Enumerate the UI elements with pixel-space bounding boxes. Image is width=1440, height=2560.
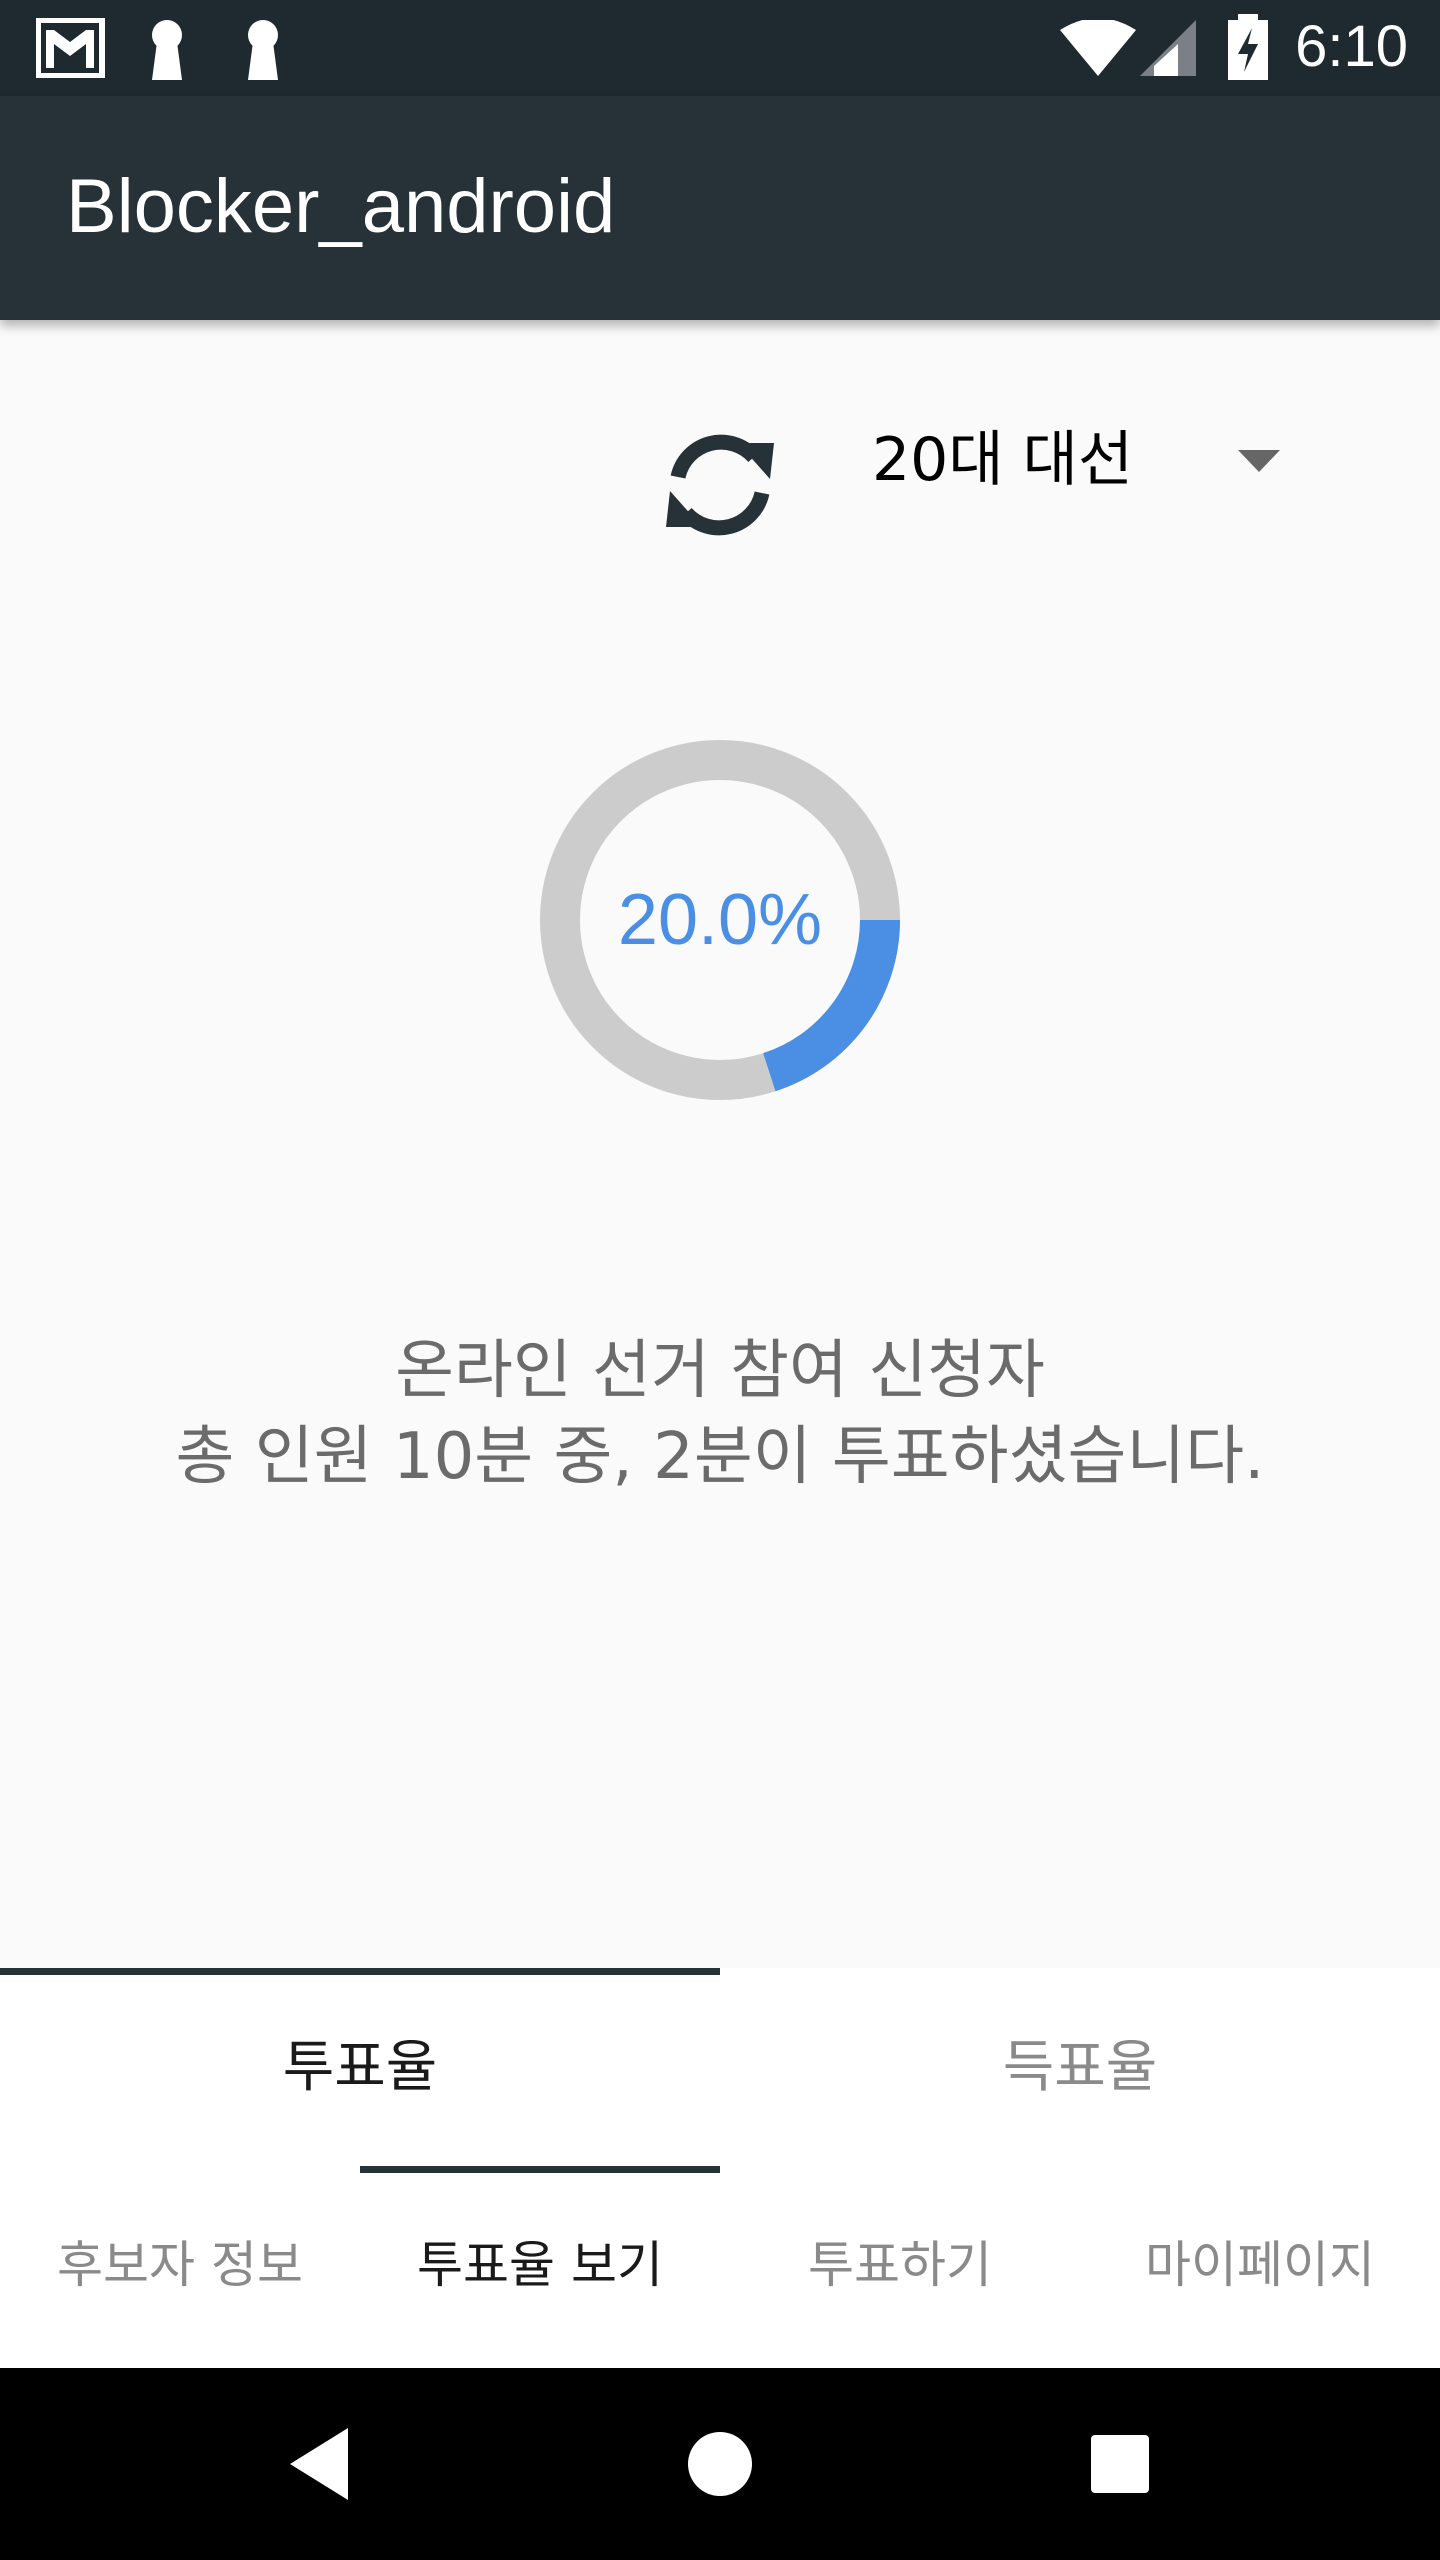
system-navigation-bar xyxy=(0,2368,1440,2560)
back-icon[interactable] xyxy=(260,2368,380,2560)
election-selector-value: 20대 대선 xyxy=(872,425,1134,495)
wifi-icon xyxy=(1060,20,1136,76)
summary-line-1: 온라인 선거 참여 신청자 xyxy=(395,1334,1045,1408)
turnout-percent-label: 20.0% xyxy=(617,880,823,960)
nav-item-view-turnout[interactable]: 투표율 보기 xyxy=(360,2210,720,2320)
dropdown-arrow-icon xyxy=(1238,450,1280,472)
app-title: Blocker_android xyxy=(66,164,616,249)
app-bar: Blocker_android xyxy=(0,96,1440,320)
turnout-summary: 온라인 선거 참여 신청자 총 인원 10분 중, 2분이 투표하셨습니다. xyxy=(0,1328,1440,1500)
nav-item-candidate-info[interactable]: 후보자 정보 xyxy=(0,2210,360,2320)
bottom-nav-selected-indicator xyxy=(360,2166,720,2173)
battery-charging-icon xyxy=(1228,14,1268,80)
keyhole-icon xyxy=(248,20,278,80)
status-time: 6:10 xyxy=(1295,14,1408,79)
status-bar: 6:10 xyxy=(0,0,1440,96)
refresh-button[interactable] xyxy=(650,415,790,555)
nav-item-my-page[interactable]: 마이페이지 xyxy=(1080,2210,1440,2320)
summary-line-2: 총 인원 10분 중, 2분이 투표하셨습니다. xyxy=(175,1420,1265,1494)
home-icon[interactable] xyxy=(660,2368,780,2560)
tab-turnout[interactable]: 투표율 xyxy=(0,2010,720,2126)
refresh-icon xyxy=(666,434,774,536)
recents-icon[interactable] xyxy=(1060,2368,1180,2560)
gmail-icon xyxy=(36,18,105,78)
cell-signal-icon xyxy=(1140,20,1196,76)
tab-selected-indicator xyxy=(0,1968,720,1975)
nav-item-vote[interactable]: 투표하기 xyxy=(720,2210,1080,2320)
keyhole-icon xyxy=(152,20,182,80)
tab-vote-share[interactable]: 득표율 xyxy=(720,2010,1440,2126)
election-selector[interactable]: 20대 대선 xyxy=(846,400,1316,520)
